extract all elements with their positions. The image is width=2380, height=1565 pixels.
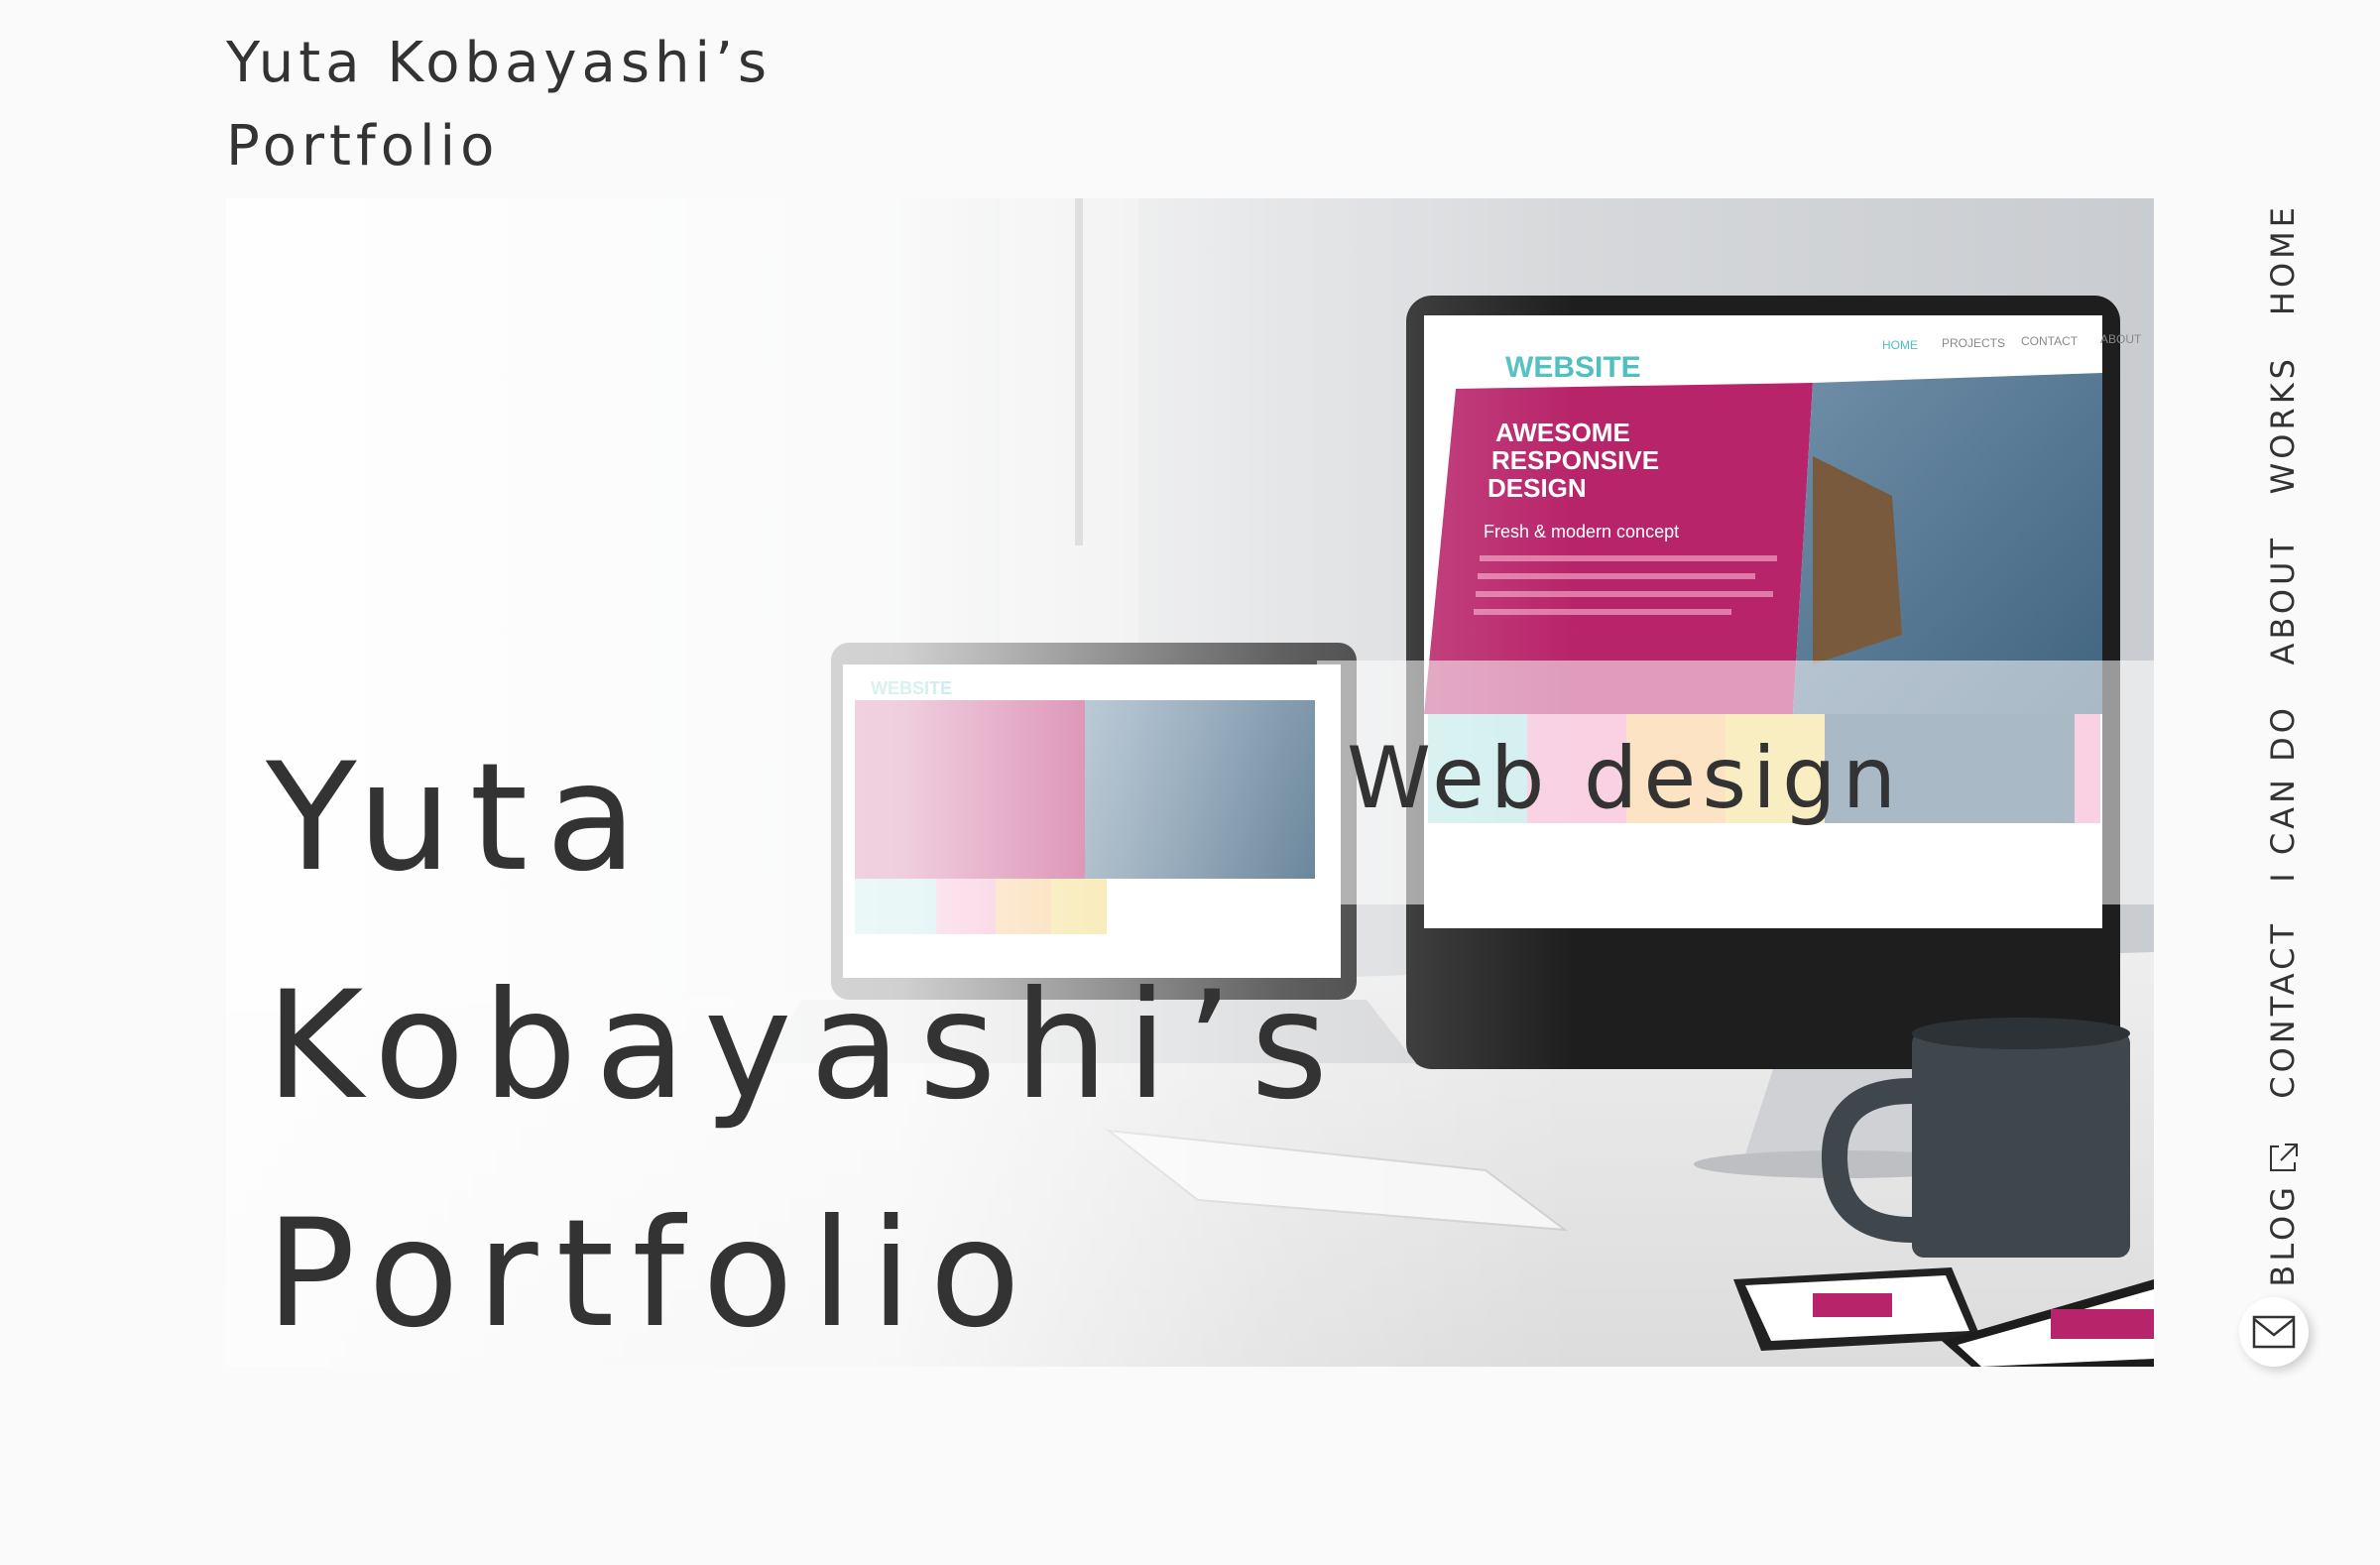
site-title-line1: Yuta Kobayashi’s: [226, 31, 773, 95]
nav-works-label: WORKS: [2264, 354, 2302, 494]
external-link-icon: [2270, 1144, 2298, 1171]
svg-text:Fresh & modern concept: Fresh & modern concept: [1484, 522, 1679, 542]
nav-works[interactable]: WORKS: [2243, 353, 2322, 494]
nav-about-label: ABOUT: [2264, 534, 2302, 664]
mail-icon: [2252, 1315, 2296, 1349]
svg-text:PROJECTS: PROJECTS: [1942, 336, 2005, 350]
hero-title-line1: Yuta: [266, 732, 655, 904]
svg-text:HOME: HOME: [1882, 338, 1918, 352]
nav-blog[interactable]: BLOG: [2243, 1141, 2322, 1287]
hero-section: WEBSITE HOME PROJECTS CONTACT ABOUT AWES…: [226, 198, 2154, 1367]
nav-home[interactable]: HOME: [2243, 196, 2322, 315]
nav-about[interactable]: ABOUT: [2243, 534, 2322, 664]
nav-contact-label: CONTACT: [2264, 920, 2302, 1099]
hero-title-line2: Kobayashi’s: [266, 960, 1347, 1133]
svg-text:WEBSITE: WEBSITE: [1505, 351, 1641, 384]
nav-i-can-do-label: I CAN DO: [2264, 704, 2302, 883]
svg-text:CONTACT: CONTACT: [2021, 334, 2079, 348]
nav-blog-label: BLOG: [2264, 1183, 2302, 1287]
svg-text:ABOUT: ABOUT: [2100, 332, 2142, 346]
site-title[interactable]: Yuta Kobayashi’s Portfolio: [226, 22, 772, 188]
side-navigation: HOME WORKS ABOUT I CAN DO CONTACT BLOG: [2243, 196, 2322, 1386]
svg-text:DESIGN: DESIGN: [1488, 473, 1587, 503]
hero-title-line3: Portfolio: [266, 1188, 1039, 1361]
svg-text:WEBSITE: WEBSITE: [871, 678, 952, 698]
hero-title: Yuta Kobayashi’s Portfolio: [266, 704, 1346, 1367]
site-title-line2: Portfolio: [226, 114, 500, 179]
nav-contact[interactable]: CONTACT: [2243, 920, 2322, 1099]
skill-label: Web design: [1347, 729, 1903, 828]
mail-button[interactable]: [2239, 1297, 2309, 1367]
nav-i-can-do[interactable]: I CAN DO: [2243, 704, 2322, 883]
svg-text:AWESOME: AWESOME: [1495, 418, 1630, 447]
nav-home-label: HOME: [2264, 202, 2302, 315]
svg-text:RESPONSIVE: RESPONSIVE: [1491, 445, 1659, 475]
